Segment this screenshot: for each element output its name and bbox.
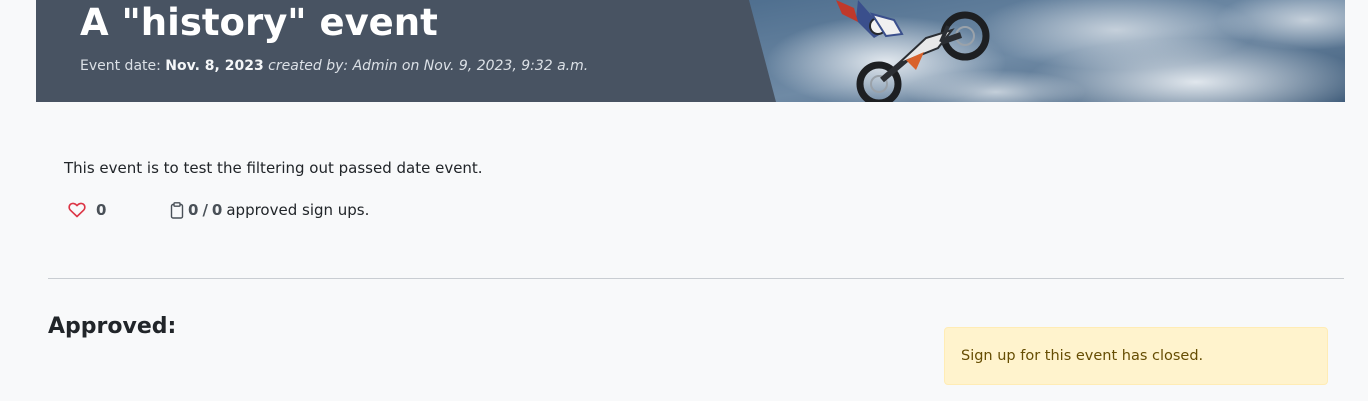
event-description: This event is to test the filtering out … bbox=[64, 159, 483, 177]
like-button[interactable]: 0 bbox=[68, 199, 106, 221]
clipboard-icon bbox=[170, 201, 184, 219]
event-hero-banner: A "history" event Event date: Nov. 8, 20… bbox=[36, 0, 1345, 102]
section-divider bbox=[48, 278, 1344, 279]
event-stats-row: 0 0 / 0 approved sign ups. bbox=[68, 199, 388, 221]
event-title: A "history" event bbox=[80, 1, 438, 44]
signup-separator: / bbox=[202, 201, 208, 219]
event-meta: Event date: Nov. 8, 2023 created by: Adm… bbox=[80, 57, 588, 75]
event-date-value: Nov. 8, 2023 bbox=[165, 58, 264, 74]
signup-closed-alert: Sign up for this event has closed. bbox=[944, 327, 1328, 385]
event-created-info: created by: Admin on Nov. 9, 2023, 9:32 … bbox=[268, 58, 589, 74]
approved-heading: Approved: bbox=[48, 314, 177, 339]
heart-outline-icon bbox=[68, 202, 86, 218]
event-date-label: Event date: bbox=[80, 58, 161, 74]
like-count: 0 bbox=[96, 201, 107, 219]
approved-signup-count: 0 bbox=[188, 201, 199, 219]
signup-suffix: approved sign ups. bbox=[226, 201, 370, 219]
total-signup-count: 0 bbox=[211, 201, 223, 219]
signup-count: 0 / 0 approved sign ups. bbox=[170, 199, 369, 221]
